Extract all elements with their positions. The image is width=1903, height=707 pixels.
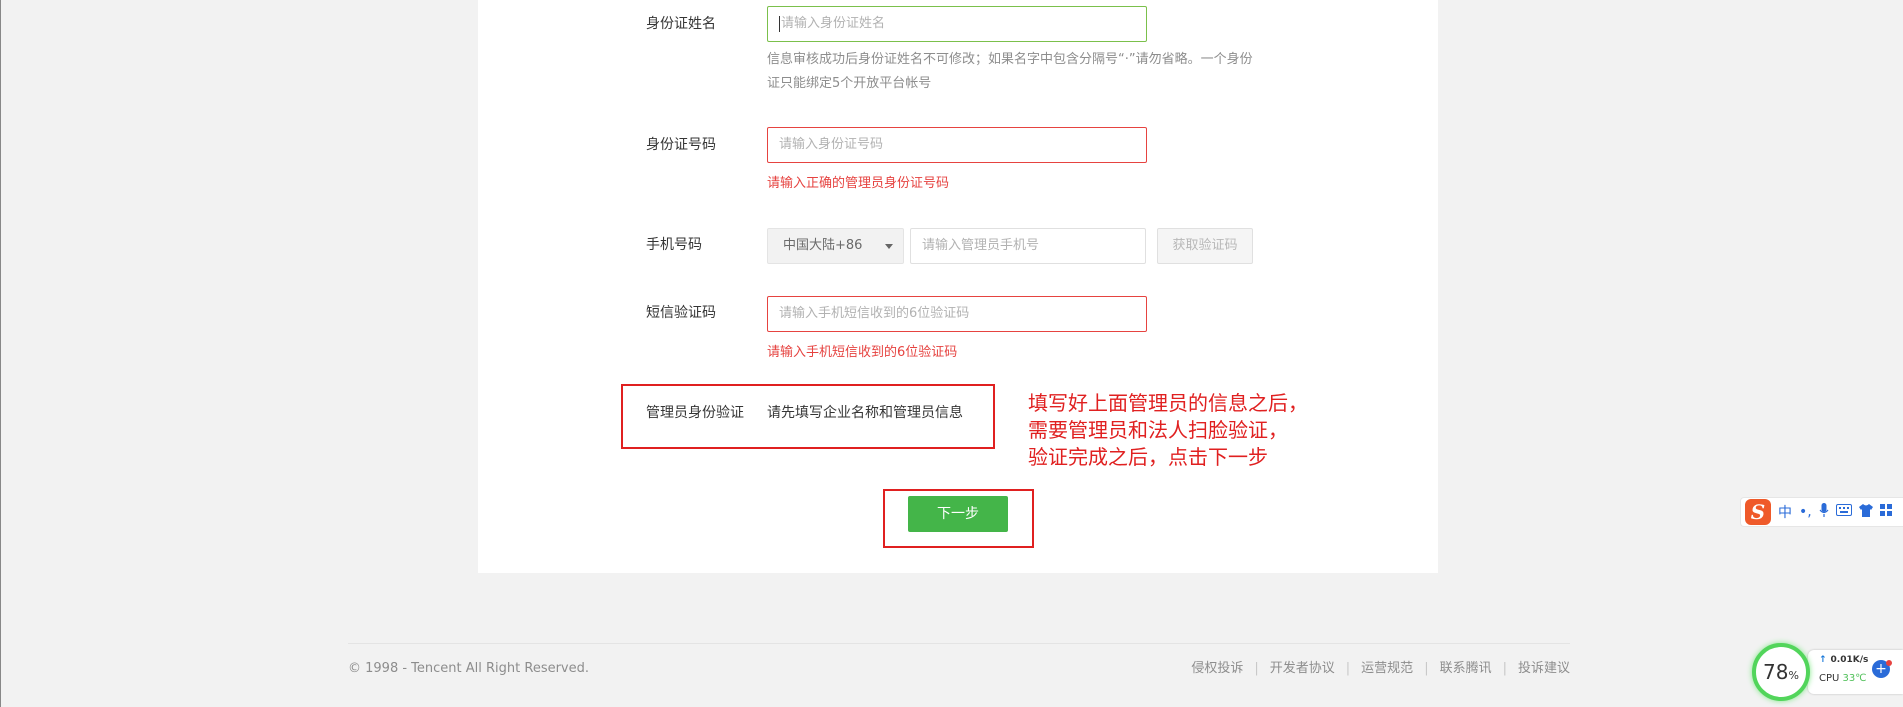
microphone-icon[interactable] — [1819, 503, 1829, 521]
cpu-temperature: CPU 33℃ — [1819, 673, 1867, 684]
id-number-placeholder: 请输入身份证号码 — [779, 137, 884, 152]
id-number-label: 身份证号码 — [646, 137, 716, 153]
footer-separator: | — [1502, 661, 1507, 676]
footer-separator: | — [1254, 661, 1259, 676]
id-name-hint: 信息审核成功后身份证姓名不可修改；如果名字中包含分隔号“·”请勿省略。一个身份 … — [767, 48, 1253, 96]
copyright-text: © 1998 - Tencent All Right Reserved. — [348, 661, 590, 676]
id-name-hint-line2: 证只能绑定5个开放平台帐号 — [767, 76, 932, 91]
shirt-icon[interactable] — [1858, 503, 1873, 521]
footer-link-complaint[interactable]: 投诉建议 — [1518, 660, 1570, 678]
window-edge — [0, 0, 1, 707]
sms-code-error: 请输入手机短信收到的6位验证码 — [767, 345, 958, 360]
admin-verify-label: 管理员身份验证 — [646, 405, 744, 421]
ime-toolbar: S 中 •, — [1740, 497, 1903, 527]
sms-code-label: 短信验证码 — [646, 305, 716, 321]
admin-verify-text: 请先填写企业名称和管理员信息 — [767, 405, 963, 421]
annotation-text: 填写好上面管理员的信息之后， 需要管理员和法人扫脸验证， 验证完成之后，点击下一… — [1028, 391, 1308, 469]
keyboard-icon[interactable] — [1835, 504, 1852, 520]
cpu-usage-unit: % — [1788, 669, 1799, 682]
id-name-label: 身份证姓名 — [646, 16, 716, 32]
notification-dot — [1886, 660, 1892, 666]
footer-separator: | — [1345, 661, 1351, 676]
ime-mode-toggle[interactable]: 中 — [1778, 502, 1792, 522]
country-code-value: 中国大陆+86 — [783, 238, 863, 253]
chevron-down-icon — [885, 244, 893, 249]
upload-arrow-icon: ↑ — [1819, 655, 1827, 665]
cpu-label-text: CPU — [1819, 673, 1840, 684]
phone-label: 手机号码 — [646, 237, 702, 253]
ime-punctuation-toggle[interactable]: •, — [1799, 504, 1812, 520]
footer-divider — [348, 643, 1570, 644]
sms-code-placeholder: 请输入手机短信收到的6位验证码 — [779, 306, 970, 321]
footer-links: 侵权投诉 | 开发者协议 | 运营规范 | 联系腾讯 | 投诉建议 — [1191, 660, 1570, 678]
id-name-hint-line1: 信息审核成功后身份证姓名不可修改；如果名字中包含分隔号“·”请勿省略。一个身份 — [767, 52, 1253, 67]
text-caret — [779, 15, 780, 32]
cpu-temperature-value: 33℃ — [1842, 673, 1867, 684]
id-number-error: 请输入正确的管理员身份证号码 — [767, 176, 950, 191]
get-code-button[interactable]: 获取验证码 — [1157, 228, 1253, 264]
phone-placeholder: 请输入管理员手机号 — [922, 238, 1040, 253]
sms-code-input[interactable]: 请输入手机短信收到的6位验证码 — [767, 296, 1147, 332]
footer-link-infringement[interactable]: 侵权投诉 — [1191, 660, 1243, 678]
cpu-usage-value: 78 — [1763, 660, 1789, 684]
phone-input[interactable]: 请输入管理员手机号 — [910, 228, 1146, 264]
upload-speed: ↑ 0.01K/s — [1819, 655, 1868, 665]
footer-separator: | — [1424, 661, 1429, 676]
sogou-logo-icon[interactable]: S — [1745, 499, 1771, 525]
cpu-usage-ring[interactable]: 78% — [1752, 643, 1810, 701]
id-name-placeholder: 请输入身份证姓名 — [781, 16, 886, 31]
footer-link-contact[interactable]: 联系腾讯 — [1440, 660, 1492, 678]
upload-speed-value: 0.01K/s — [1830, 655, 1869, 665]
footer-link-operation-rules[interactable]: 运营规范 — [1361, 660, 1413, 678]
grid-icon[interactable] — [1879, 504, 1892, 520]
id-name-input[interactable]: 请输入身份证姓名 — [767, 6, 1147, 42]
footer-link-dev-agreement[interactable]: 开发者协议 — [1270, 660, 1335, 678]
country-code-select[interactable]: 中国大陆+86 — [767, 228, 904, 264]
next-step-button[interactable]: 下一步 — [908, 496, 1008, 532]
id-number-input[interactable]: 请输入身份证号码 — [767, 127, 1147, 163]
